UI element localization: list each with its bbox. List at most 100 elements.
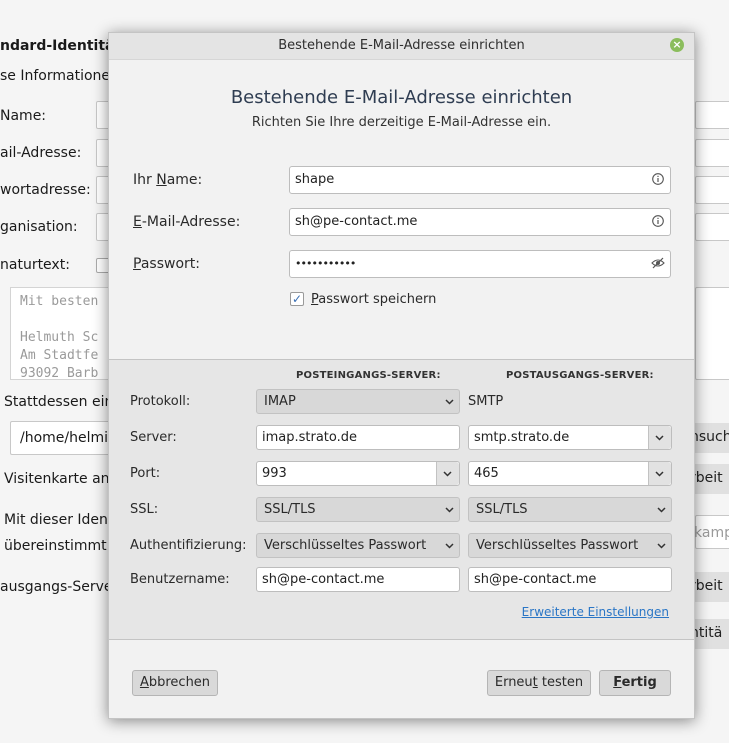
email-label-accel: E — [133, 214, 142, 230]
bg-edit-vcard-button[interactable]: rbeit — [690, 464, 729, 494]
advanced-settings-link[interactable]: Erweiterte Einstellungen — [522, 605, 669, 619]
username-label: Benutzername: — [130, 572, 230, 587]
incoming-auth-select[interactable]: Verschlüsseltes Passwort — [256, 533, 460, 558]
outgoing-port-combo[interactable]: 465 — [468, 461, 672, 486]
bg-email-input-right[interactable] — [695, 139, 729, 167]
chevron-down-icon — [445, 399, 454, 405]
chevron-down-icon — [655, 435, 664, 441]
name-field[interactable]: shape — [289, 166, 671, 194]
done-accel: F — [613, 675, 622, 690]
incoming-username-input[interactable]: sh@pe-contact.me — [256, 567, 460, 592]
bg-org-label: ganisation: — [0, 219, 78, 235]
eye-off-icon[interactable] — [651, 257, 665, 269]
done-button[interactable]: Fertig — [599, 670, 671, 696]
outgoing-username-value: sh@pe-contact.me — [474, 572, 597, 587]
name-value: shape — [295, 172, 335, 187]
bg-identity-placeholder: kamp — [694, 525, 729, 541]
bg-path-input[interactable]: /home/helmi/ — [10, 421, 112, 455]
section-title: ndard-Identitä — [0, 38, 115, 54]
dialog-window-title: Bestehende E-Mail-Adresse einrichten — [278, 38, 525, 53]
server-label: Server: — [130, 430, 177, 445]
cancel-label: bbrechen — [148, 675, 211, 690]
email-label-rest: -Mail-Adresse: — [141, 214, 241, 230]
bg-reply-input-right[interactable] — [695, 176, 729, 204]
chevron-down-icon — [657, 543, 666, 549]
incoming-server-input[interactable]: imap.strato.de — [256, 425, 460, 450]
password-label-rest: asswort: — [140, 256, 200, 272]
bg-signature-textarea[interactable]: Mit besten Helmuth Sc Am Stadtfe 93092 Barb — [10, 287, 112, 380]
bg-outgoing-label: ausgangs-Serve — [0, 579, 113, 595]
sig-line: Mit besten — [20, 294, 99, 309]
sig-line: Helmuth Sc — [20, 330, 99, 345]
bg-browse-button[interactable]: nsuch — [690, 423, 729, 453]
incoming-port-value: 993 — [262, 466, 287, 481]
info-icon[interactable] — [652, 215, 664, 227]
outgoing-server-dropdown-button[interactable] — [648, 426, 671, 449]
section-subtitle: se Informationen — [0, 68, 119, 84]
dialog-titlebar: Bestehende E-Mail-Adresse einrichten × — [109, 33, 694, 60]
incoming-username-value: sh@pe-contact.me — [262, 572, 385, 587]
outgoing-ssl-value: SSL/TLS — [476, 502, 528, 517]
bg-vcard-label: Visitenkarte an — [4, 471, 110, 487]
password-label: Passwort: — [133, 256, 200, 272]
dialog-heading: Bestehende E-Mail-Adresse einrichten — [230, 87, 573, 108]
bg-identity-input[interactable]: kamp — [694, 515, 729, 549]
incoming-port-dropdown-button[interactable] — [436, 462, 459, 485]
done-label: ertig — [621, 675, 657, 690]
incoming-server-value: imap.strato.de — [262, 430, 358, 445]
password-field[interactable]: ••••••••••• — [289, 250, 671, 278]
incoming-server-header: POSTEINGANGS-SERVER: — [296, 370, 441, 381]
outgoing-protocol-value: SMTP — [468, 394, 504, 409]
name-label-accel: N — [156, 172, 167, 188]
retest-label-post: testen — [537, 675, 584, 690]
chevron-down-icon — [445, 543, 454, 549]
cancel-button[interactable]: Abbrechen — [132, 670, 218, 696]
email-label: E-Mail-Adresse: — [133, 214, 240, 230]
bg-signature-right[interactable] — [695, 287, 729, 380]
password-value: ••••••••••• — [295, 257, 356, 270]
sig-line — [20, 311, 112, 329]
incoming-port-combo[interactable]: 993 — [256, 461, 460, 486]
chevron-down-icon — [657, 507, 666, 513]
auth-label: Authentifizierung: — [130, 538, 247, 553]
bg-signature-label: naturtext: — [0, 257, 70, 273]
incoming-auth-value: Verschlüsseltes Passwort — [264, 538, 427, 553]
bg-identities-button[interactable]: ntitä — [690, 619, 729, 649]
bg-instead-label: Stattdessen ein — [4, 394, 114, 410]
name-label: Ihr Name: — [133, 172, 202, 188]
bg-org-input-right[interactable] — [695, 213, 729, 241]
outgoing-ssl-select[interactable]: SSL/TLS — [468, 497, 672, 522]
incoming-protocol-select[interactable]: IMAP — [256, 389, 460, 414]
dialog-subheading: Richten Sie Ihre derzeitige E-Mail-Adres… — [251, 115, 552, 130]
bg-edit-smtp-button[interactable]: rbeit — [690, 572, 729, 602]
port-label: Port: — [130, 466, 161, 481]
incoming-protocol-value: IMAP — [264, 394, 296, 409]
email-field[interactable]: sh@pe-contact.me — [289, 208, 671, 236]
bg-name-label: Name: — [0, 108, 47, 124]
email-value: sh@pe-contact.me — [295, 214, 418, 229]
outgoing-port-value: 465 — [474, 466, 499, 481]
incoming-ssl-select[interactable]: SSL/TLS — [256, 497, 460, 522]
retest-label-pre: Erneu — [494, 675, 533, 690]
retest-button[interactable]: Erneut testen — [487, 670, 591, 696]
protocol-label: Protokoll: — [130, 394, 191, 409]
outgoing-auth-select[interactable]: Verschlüsseltes Passwort — [468, 533, 672, 558]
chevron-down-icon — [445, 507, 454, 513]
setup-dialog: Bestehende E-Mail-Adresse einrichten × B… — [108, 32, 695, 719]
sig-line: Am Stadtfe — [20, 348, 99, 363]
outgoing-server-header: POSTAUSGANGS-SERVER: — [506, 370, 654, 381]
info-icon[interactable] — [652, 173, 664, 185]
bg-identity-line1: Mit dieser Ident — [4, 512, 114, 528]
outgoing-username-input[interactable]: sh@pe-contact.me — [468, 567, 672, 592]
outgoing-port-dropdown-button[interactable] — [648, 462, 671, 485]
name-label-rest: ame: — [166, 172, 203, 188]
outgoing-server-combo[interactable]: smtp.strato.de — [468, 425, 672, 450]
bg-name-input-right[interactable] — [695, 101, 729, 129]
incoming-ssl-value: SSL/TLS — [264, 502, 316, 517]
chevron-down-icon — [655, 471, 664, 477]
remember-password-checkbox[interactable]: ✓ — [290, 292, 304, 306]
remember-label-rest: asswort speichern — [318, 292, 437, 307]
close-icon[interactable]: × — [670, 38, 684, 52]
sig-line: 93092 Barb — [20, 366, 99, 380]
outgoing-auth-value: Verschlüsseltes Passwort — [476, 538, 639, 553]
